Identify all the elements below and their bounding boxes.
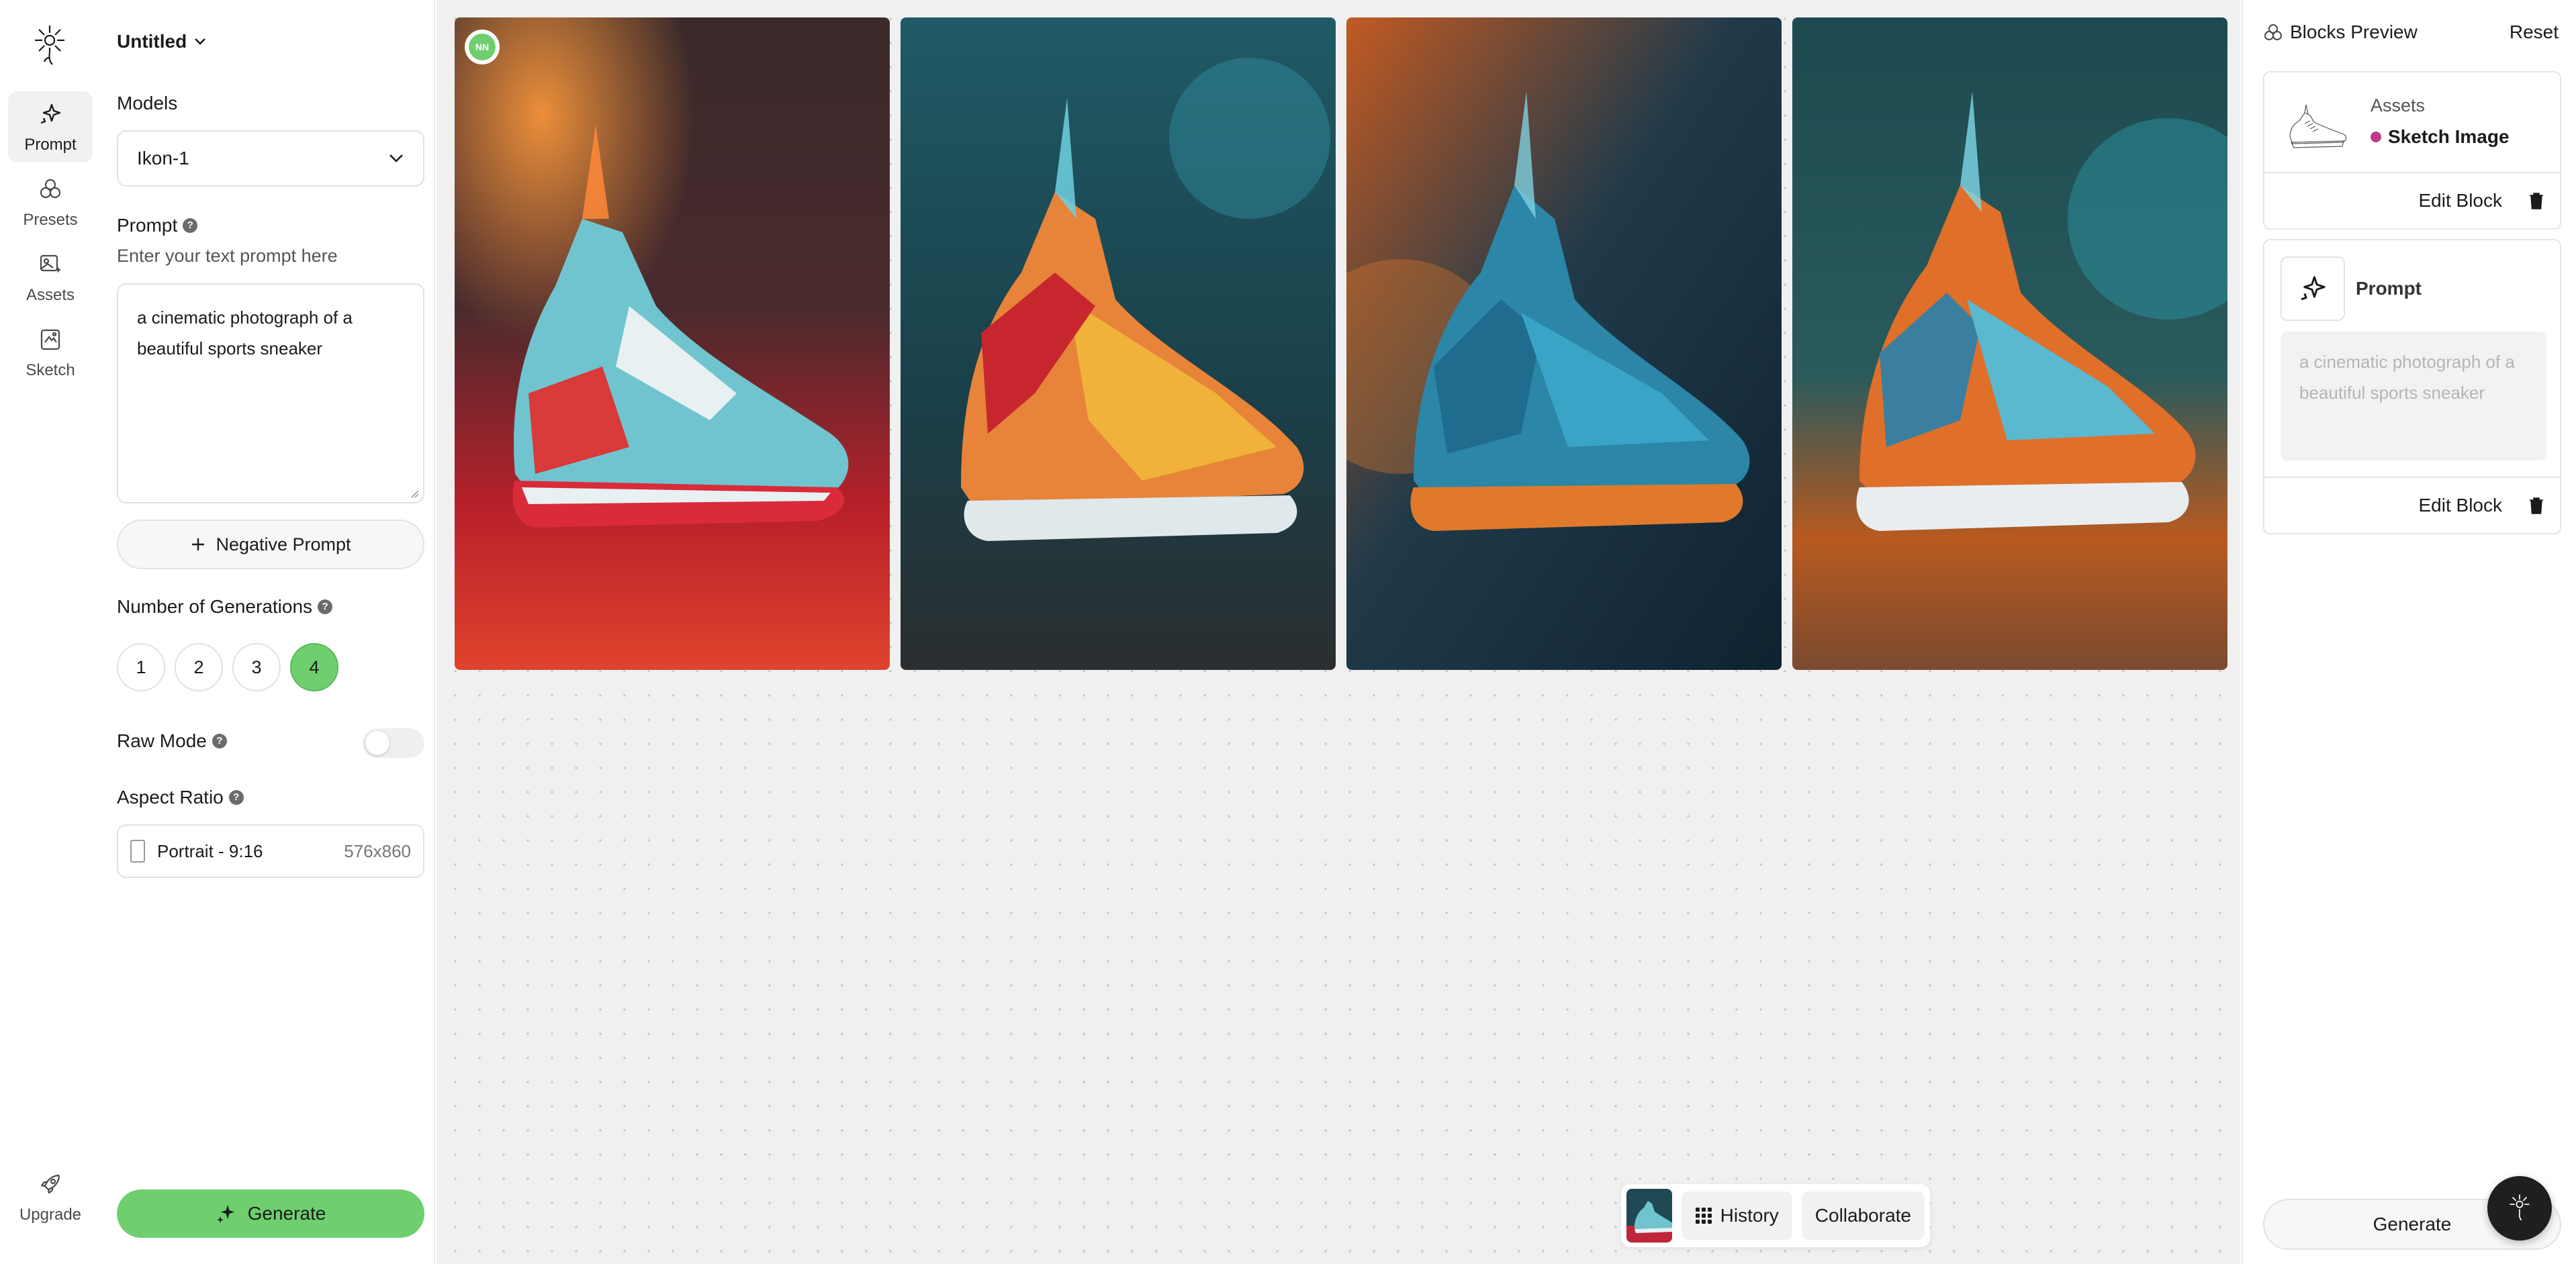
status-dot: [2371, 132, 2381, 142]
prompt-block-title: Prompt: [2356, 278, 2422, 299]
aspect-ratio-select[interactable]: Portrait - 9:16 576x860: [117, 824, 424, 878]
generation-option-3[interactable]: 3: [232, 643, 281, 691]
user-avatar[interactable]: NN: [465, 30, 500, 64]
generations-section-label: Number of Generations ?: [117, 596, 333, 618]
rail-label: Presets: [23, 211, 78, 229]
sketch-icon: [40, 329, 60, 350]
asset-name-text: Sketch Image: [2388, 126, 2510, 147]
prompt-textarea[interactable]: a cinematic photograph of a beautiful sp…: [117, 283, 424, 503]
blocks-preview-header: Blocks Preview: [2263, 21, 2418, 43]
raw-mode-section-label: Raw Mode ?: [117, 730, 227, 752]
aspect-label-text: Aspect Ratio: [117, 787, 224, 808]
portrait-ratio-icon: [130, 840, 145, 863]
collaborate-button[interactable]: Collaborate: [1801, 1192, 1925, 1240]
edit-block-button[interactable]: Edit Block: [2419, 190, 2503, 211]
trash-icon[interactable]: [2528, 496, 2545, 515]
sketch-image-thumbnail: [2289, 104, 2347, 148]
app-logo-icon[interactable]: [30, 23, 70, 70]
upgrade-label: Upgrade: [19, 1206, 82, 1224]
avatar-initials: NN: [469, 34, 496, 60]
reset-button[interactable]: Reset: [2510, 21, 2559, 43]
rail-item-assets[interactable]: Assets: [8, 242, 93, 313]
prompt-label-text: Prompt: [117, 215, 178, 236]
prompt-block-preview[interactable]: a cinematic photograph of a beautiful sp…: [2281, 332, 2546, 460]
help-icon[interactable]: ?: [212, 734, 227, 748]
history-button[interactable]: History: [1681, 1192, 1792, 1240]
rail-item-sketch[interactable]: Sketch: [8, 317, 93, 388]
presets-icon: [40, 179, 61, 199]
raw-mode-label-text: Raw Mode: [117, 730, 207, 751]
selected-image-thumbnail[interactable]: [1626, 1189, 1672, 1243]
aspect-dimensions: 576x860: [344, 840, 411, 861]
resize-grip-icon[interactable]: [408, 487, 419, 498]
edit-block-button[interactable]: Edit Block: [2419, 495, 2503, 516]
canvas-area[interactable]: History Collaborate: [436, 0, 2240, 1264]
icon-rail: Prompt Presets Assets Sketch Upgrade: [0, 0, 99, 1264]
model-value: Ikon-1: [137, 148, 189, 168]
assets-block: Assets Sketch Image Edit Block: [2263, 71, 2561, 230]
collaborate-label: Collaborate: [1814, 1205, 1911, 1226]
assets-category: Assets: [2371, 95, 2426, 115]
app-logo-icon: [2510, 1194, 2530, 1221]
prompt-sparkle-icon: [2301, 276, 2326, 301]
help-icon[interactable]: ?: [318, 599, 333, 614]
rocket-icon: [40, 1174, 60, 1194]
generate-button[interactable]: Generate: [117, 1189, 424, 1238]
toggle-knob: [365, 731, 389, 755]
prompt-block-icon-box: [2281, 256, 2345, 321]
sparkle-icon: [216, 1205, 234, 1223]
chevron-down-icon: [389, 154, 403, 162]
generation-option-1[interactable]: 1: [117, 643, 165, 691]
block-footer: Edit Block: [2264, 172, 2560, 228]
blocks-preview-panel: Blocks Preview Reset Assets Sketch Image…: [2242, 0, 2576, 1264]
project-title: Untitled: [117, 31, 187, 52]
prompt-section-label: Prompt ?: [117, 215, 198, 236]
rail-item-prompt[interactable]: Prompt: [8, 91, 93, 162]
generations-label-text: Number of Generations: [117, 596, 313, 617]
model-select[interactable]: Ikon-1: [117, 130, 424, 187]
settings-panel: Untitled Models Ikon-1 Prompt ? Enter yo…: [99, 0, 435, 1264]
aspect-value: Portrait - 9:16: [157, 840, 263, 861]
prompt-text: a cinematic photograph of a beautiful sp…: [137, 307, 353, 358]
blocks-icon: [2264, 24, 2282, 40]
generated-image-4[interactable]: [1792, 17, 2227, 670]
generation-option-2[interactable]: 2: [175, 643, 223, 691]
upgrade-button[interactable]: Upgrade: [8, 1161, 93, 1232]
history-label: History: [1720, 1205, 1779, 1226]
asset-name: Sketch Image: [2371, 126, 2510, 148]
assistant-fab-button[interactable]: [2487, 1176, 2552, 1241]
grid-icon: [1695, 1208, 1712, 1224]
generation-option-4[interactable]: 4: [290, 643, 338, 691]
prompt-hint: Enter your text prompt here: [117, 246, 338, 266]
generated-image-2[interactable]: [901, 17, 1336, 670]
rail-label: Assets: [26, 286, 75, 304]
prompt-block: Prompt a cinematic photograph of a beaut…: [2263, 239, 2561, 534]
plus-icon: [192, 538, 205, 550]
block-footer: Edit Block: [2264, 477, 2560, 533]
help-icon[interactable]: ?: [183, 218, 198, 233]
aspect-ratio-section-label: Aspect Ratio ?: [117, 787, 244, 808]
models-label: Models: [117, 93, 177, 114]
rail-label: Prompt: [24, 136, 77, 154]
raw-mode-toggle[interactable]: [363, 728, 424, 758]
prompt-sparkle-icon: [40, 103, 61, 124]
negative-prompt-button[interactable]: Negative Prompt: [117, 520, 424, 569]
prompt-block-text: a cinematic photograph of a beautiful sp…: [2299, 352, 2515, 403]
negative-prompt-label: Negative Prompt: [216, 534, 351, 554]
chevron-down-icon: [195, 38, 206, 45]
canvas-toolbar: History Collaborate: [1621, 1184, 1930, 1247]
trash-icon[interactable]: [2528, 191, 2545, 210]
generated-image-3[interactable]: [1346, 17, 1782, 670]
rail-label: Sketch: [26, 361, 75, 379]
rail-item-presets[interactable]: Presets: [8, 166, 93, 238]
blocks-preview-title: Blocks Preview: [2290, 21, 2418, 42]
generate-label: Generate: [247, 1203, 326, 1224]
project-title-dropdown[interactable]: Untitled: [117, 31, 207, 52]
assets-icon: [40, 254, 60, 273]
generated-image-1[interactable]: [455, 17, 890, 670]
help-icon[interactable]: ?: [228, 790, 244, 805]
models-label-text: Models: [117, 93, 178, 113]
